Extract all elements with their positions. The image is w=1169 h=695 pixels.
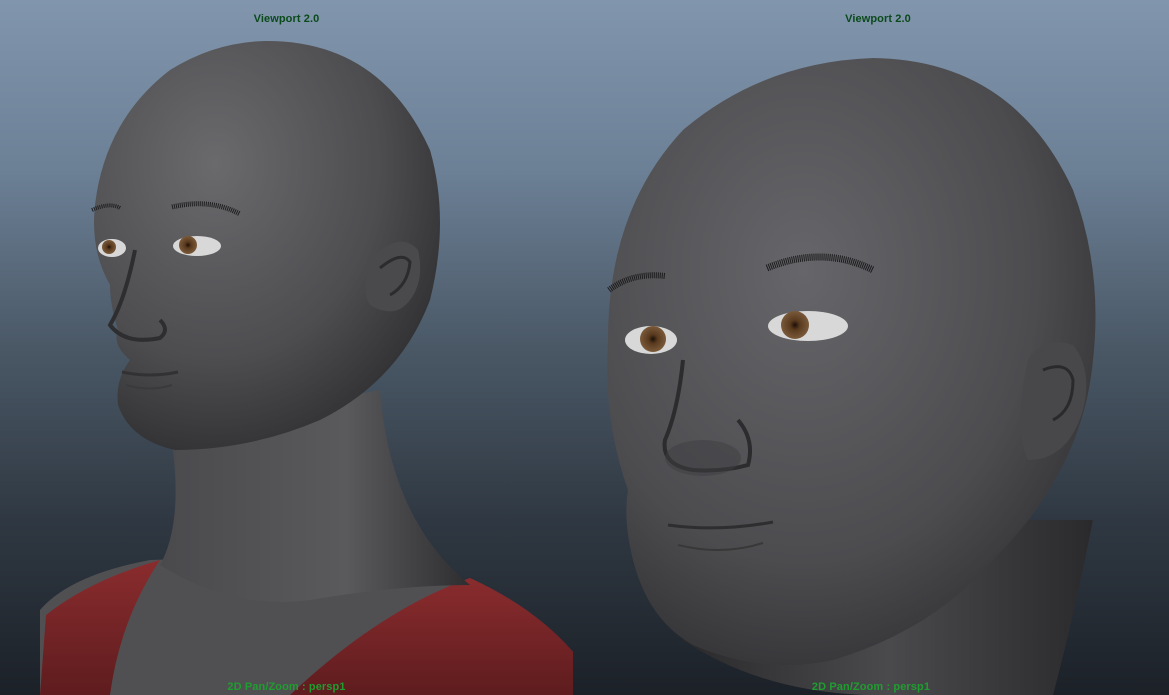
viewport-right[interactable]: Viewport 2.0 2D Pan/Zoom: persp1 (573, 0, 1169, 695)
viewport-title: Viewport 2.0 (253, 13, 320, 25)
viewport-title: Viewport 2.0 (845, 13, 911, 25)
viewport-left[interactable]: Viewport 2.0 2D Pan/Zoom: persp1 (0, 0, 573, 695)
maya-viewport-panels: Viewport 2.0 2D Pan/Zoom: persp1 Viewpo… (0, 0, 1169, 695)
viewport-status-readout: 2D Pan/Zoom : persp1 (811, 681, 931, 693)
render-head-front-view (607, 58, 1096, 695)
viewport-status-readout: 2D Pan/Zoom : persp1 (227, 681, 346, 693)
render-head-side-view (40, 40, 573, 695)
